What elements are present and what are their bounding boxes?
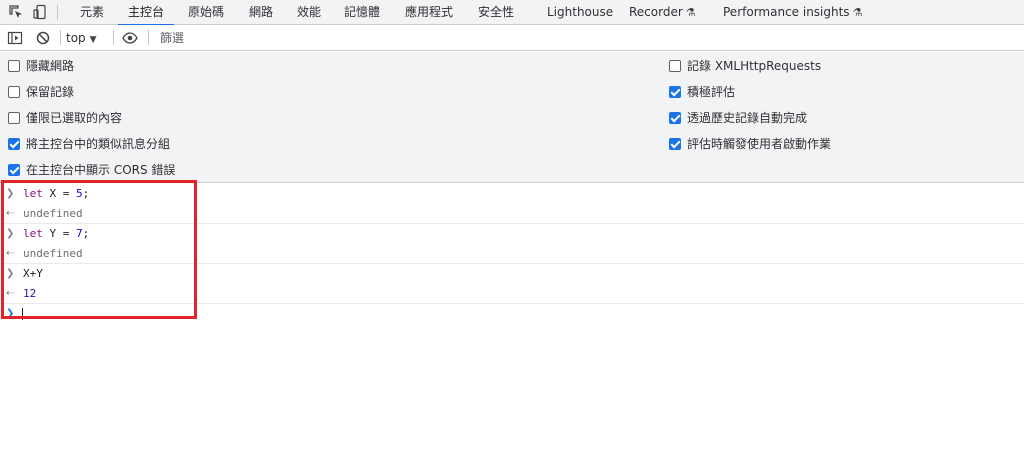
checkbox[interactable]: [8, 86, 20, 98]
checkbox[interactable]: [8, 112, 20, 124]
tab-elements[interactable]: 元素: [80, 0, 104, 25]
tab-security[interactable]: 安全性: [478, 0, 514, 25]
tab-recorder[interactable]: Recorder ⚗: [629, 0, 696, 25]
checkbox[interactable]: [8, 138, 20, 150]
filter-input[interactable]: 篩選: [160, 29, 184, 47]
setting-label: 積極評估: [687, 85, 736, 99]
setting-label: 記錄 XMLHttpRequests: [687, 59, 822, 73]
tab-console[interactable]: 主控台: [117, 0, 175, 26]
eye-icon[interactable]: [122, 30, 138, 46]
highlight-box: [1, 180, 197, 319]
tab-sources[interactable]: 原始碼: [188, 0, 224, 25]
checkbox[interactable]: [8, 164, 20, 176]
toolbar-divider: [148, 30, 149, 45]
tab-recorder-label: Recorder: [629, 5, 683, 19]
tab-memory[interactable]: 記憶體: [344, 0, 380, 25]
flask-icon: ⚗: [685, 6, 696, 19]
clear-console-icon[interactable]: [35, 30, 51, 46]
devtools-tab-bar: 元素 主控台 原始碼 網路 效能 記憶體 應用程式 安全性 Lighthouse…: [0, 0, 1024, 26]
tab-network[interactable]: 網路: [249, 0, 273, 25]
setting-label: 隱藏網路: [26, 59, 75, 73]
flask-icon: ⚗: [852, 6, 863, 19]
tab-application[interactable]: 應用程式: [405, 0, 453, 25]
checkbox[interactable]: [669, 112, 681, 124]
setting-label: 在主控台中顯示 CORS 錯誤: [26, 163, 176, 177]
toolbar-divider: [57, 5, 58, 20]
checkbox[interactable]: [8, 60, 20, 72]
device-toolbar-icon[interactable]: [32, 4, 48, 20]
setting-label: 將主控台中的類似訊息分組: [26, 137, 171, 151]
console-toolbar: top ▼ 篩選: [0, 25, 1024, 51]
context-selector-value: top: [66, 31, 86, 45]
setting-label: 保留記錄: [26, 85, 75, 99]
setting-label: 透過歷史記錄自動完成: [687, 111, 808, 125]
sidebar-toggle-icon[interactable]: [7, 30, 23, 46]
checkbox[interactable]: [669, 60, 681, 72]
tab-lighthouse[interactable]: Lighthouse: [547, 0, 613, 25]
tab-performance[interactable]: 效能: [297, 0, 321, 25]
chevron-down-icon: ▼: [89, 35, 97, 45]
checkbox[interactable]: [669, 86, 681, 98]
context-selector[interactable]: top ▼: [66, 29, 97, 47]
tab-performance-insights[interactable]: Performance insights ⚗: [723, 0, 862, 25]
console-settings-pane: 隱藏網路 保留記錄 僅限已選取的內容 將主控台中的類似訊息分組 在主控台中顯示 …: [0, 52, 1024, 183]
setting-label: 評估時觸發使用者啟動作業: [687, 137, 832, 151]
inspect-element-icon[interactable]: [8, 4, 24, 20]
setting-label: 僅限已選取的內容: [26, 111, 123, 125]
checkbox[interactable]: [669, 138, 681, 150]
toolbar-divider: [113, 30, 114, 45]
toolbar-divider: [60, 30, 61, 45]
tab-performance-insights-label: Performance insights: [723, 5, 850, 19]
